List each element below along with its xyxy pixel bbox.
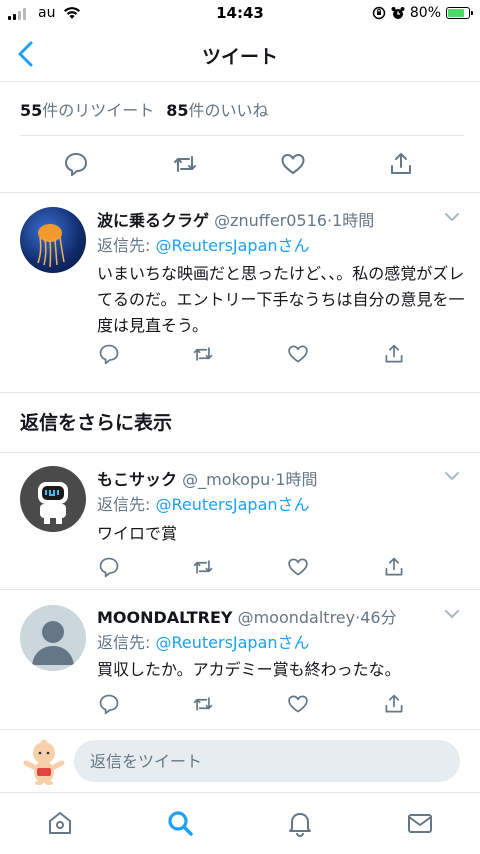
reply-to-user-link[interactable]: @ReutersJapanさん (155, 495, 309, 514)
page-title: ツイート (201, 46, 278, 68)
like-icon[interactable] (287, 693, 309, 715)
reply-author-name[interactable]: MOONDALTREY (97, 608, 232, 627)
reply-author-name[interactable]: もこサック (97, 470, 177, 489)
retweet-icon[interactable] (172, 151, 198, 177)
reply-time: 46分 (360, 608, 397, 627)
retweet-count[interactable]: 55件のリツイート (20, 97, 154, 121)
chevron-down-icon[interactable] (444, 211, 460, 223)
retweet-icon[interactable] (192, 556, 214, 578)
retweet-icon[interactable] (192, 693, 214, 715)
show-more-replies-link[interactable]: 返信をさらに表示 (20, 408, 172, 435)
reply-text: 買収したか。アカデミー賞も終わったな。 (97, 660, 401, 679)
chevron-down-icon[interactable] (444, 470, 460, 482)
avatar[interactable] (20, 207, 86, 273)
like-count[interactable]: 85件のいいね (166, 97, 268, 121)
reply-composer (0, 729, 480, 791)
status-bar: au 14:43 80% (0, 0, 480, 28)
reply-time: 1時間 (332, 211, 375, 230)
reply-to-user-link[interactable]: @ReutersJapanさん (155, 236, 309, 255)
reply-author-name[interactable]: 波に乗るクラゲ (97, 211, 209, 230)
reply-icon[interactable] (98, 343, 120, 365)
robot-avatar-image (38, 482, 68, 524)
like-icon[interactable] (280, 151, 306, 177)
reply-to-prefix: 返信先: (97, 495, 156, 514)
default-avatar-image (32, 621, 74, 665)
tweet-action-bar (0, 137, 480, 193)
alarm-icon (391, 7, 405, 19)
tab-bar (0, 792, 480, 854)
home-icon[interactable] (46, 809, 74, 837)
retweet-count-label: 件のリツイート (42, 100, 155, 120)
reply-time: 1時間 (275, 470, 318, 489)
avatar[interactable] (20, 466, 86, 532)
reply-icon[interactable] (63, 151, 89, 177)
reply-icon[interactable] (98, 556, 120, 578)
chevron-down-icon[interactable] (444, 608, 460, 620)
search-icon[interactable] (166, 809, 194, 837)
reply-tweet[interactable]: もこサック @_mokopu·1時間 返信先: @ReutersJapanさん … (0, 453, 480, 590)
share-icon[interactable] (383, 693, 405, 715)
reply-icon[interactable] (98, 693, 120, 715)
jellyfish-avatar-image (37, 224, 65, 268)
reply-author-handle[interactable]: @znuffer0516 (214, 211, 327, 230)
reply-tweet[interactable]: 波に乗るクラゲ @znuffer0516·1時間 返信先: @ReutersJa… (0, 193, 480, 393)
battery-level-fill (448, 9, 464, 17)
orientation-lock-icon (372, 6, 386, 20)
retweet-count-number: 55 (20, 100, 43, 120)
like-count-label: 件のいいね (188, 100, 269, 120)
like-count-number: 85 (166, 100, 189, 120)
reply-author-handle[interactable]: @_mokopu (182, 470, 270, 489)
reply-text: いまいちな映画だと思ったけど、、。私の感覚がズレてるのだ。エントリー下手なうちは… (97, 264, 465, 335)
reply-to-prefix: 返信先: (97, 633, 156, 652)
reply-tweet[interactable]: MOONDALTREY @moondaltrey·46分 返信先: @Reute… (0, 591, 480, 729)
nav-header: ツイート (0, 28, 480, 82)
battery-icon (446, 7, 473, 19)
like-icon[interactable] (287, 556, 309, 578)
reply-composer-input[interactable] (74, 740, 460, 782)
messages-icon[interactable] (406, 809, 434, 837)
share-icon[interactable] (383, 343, 405, 365)
user-avatar-doll-icon[interactable] (22, 739, 66, 785)
like-icon[interactable] (287, 343, 309, 365)
reply-to-user-link[interactable]: @ReutersJapanさん (155, 633, 309, 652)
share-icon[interactable] (388, 151, 414, 177)
engagement-counts: 55件のリツイート 85件のいいね (20, 82, 464, 136)
reply-to-prefix: 返信先: (97, 236, 156, 255)
reply-author-handle[interactable]: @moondaltrey (238, 608, 356, 627)
battery-percent: 80% (409, 5, 441, 21)
reply-text: ワイロで賞 (97, 524, 178, 543)
avatar[interactable] (20, 605, 86, 671)
share-icon[interactable] (383, 556, 405, 578)
retweet-icon[interactable] (192, 343, 214, 365)
notifications-icon[interactable] (286, 809, 314, 837)
